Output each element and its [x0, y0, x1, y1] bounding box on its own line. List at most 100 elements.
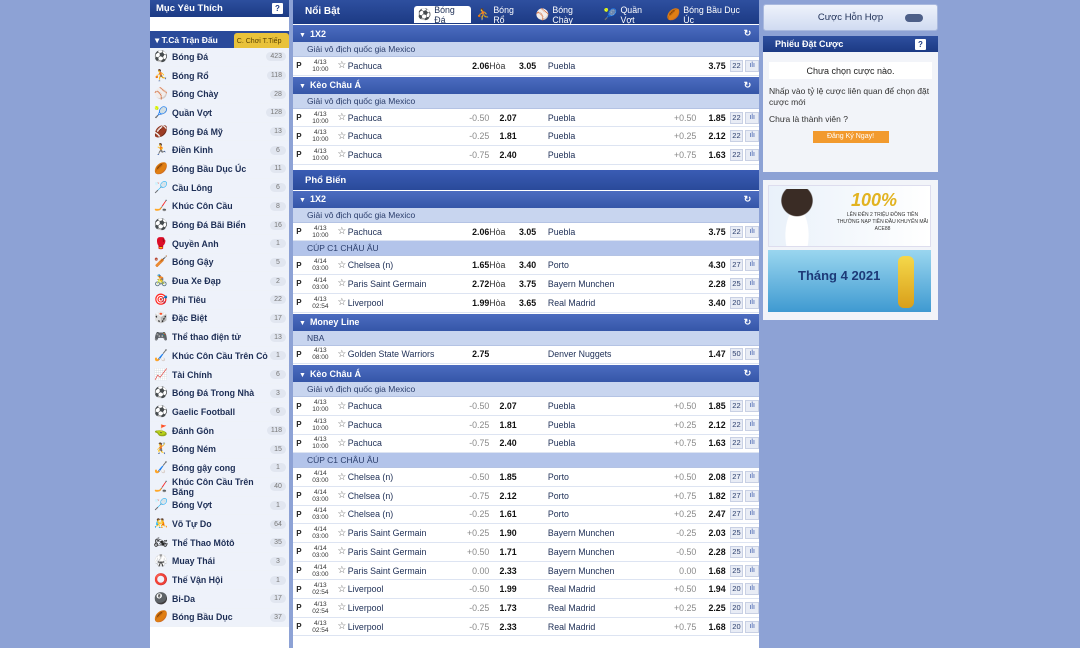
- sidebar-item-sport[interactable]: ⚽ Bóng Đá Trong Nhà 3: [150, 384, 289, 404]
- sidebar-item-sport[interactable]: 🎾 Quần Vợt 128: [150, 104, 289, 123]
- more-bets-count[interactable]: 20: [729, 620, 744, 633]
- home-odds[interactable]: 2.06: [452, 61, 489, 71]
- stats-icon[interactable]: ılı: [745, 59, 759, 72]
- stats-icon[interactable]: ılı: [745, 296, 759, 309]
- away-odds[interactable]: 1.85: [696, 401, 725, 411]
- sidebar-item-sport[interactable]: 🏒 Khúc Côn Cầu 8: [150, 197, 289, 217]
- sidebar-item-sport[interactable]: 🏑 Khúc Côn Cầu Trên Cỏ 1: [150, 347, 289, 366]
- more-bets-count[interactable]: 25: [729, 277, 744, 290]
- sidebar-item-sport[interactable]: 🎱 Bi-Da 17: [150, 589, 289, 609]
- refresh-icon[interactable]: ↻: [742, 317, 753, 328]
- favorite-star-icon[interactable]: ☆: [336, 226, 348, 237]
- favorite-star-icon[interactable]: ☆: [336, 584, 348, 595]
- sidebar-item-sport[interactable]: 🏸 Bóng Vợt 1: [150, 496, 289, 516]
- favorite-star-icon[interactable]: ☆: [336, 602, 348, 613]
- collapse-icon[interactable]: ▼: [299, 83, 306, 90]
- more-bets-count[interactable]: 25: [729, 545, 744, 558]
- draw-odds[interactable]: 3.65: [517, 298, 536, 308]
- home-odds[interactable]: 2.06: [452, 227, 489, 237]
- favorite-star-icon[interactable]: ☆: [336, 149, 348, 160]
- refresh-icon[interactable]: ↻: [742, 194, 753, 205]
- favorite-star-icon[interactable]: ☆: [336, 419, 348, 430]
- more-bets-count[interactable]: 22: [729, 111, 744, 124]
- away-odds[interactable]: 2.47: [696, 509, 725, 519]
- home-odds[interactable]: 2.40: [489, 438, 517, 448]
- stats-icon[interactable]: ılı: [745, 225, 759, 238]
- home-odds[interactable]: 2.40: [489, 150, 517, 160]
- market-section-header[interactable]: ▼ Kèo Châu Á ↻: [293, 365, 759, 383]
- home-odds[interactable]: 2.75: [452, 349, 489, 359]
- sidebar-item-sport[interactable]: ⚾ Bóng Chày 28: [150, 85, 289, 105]
- promo-banner-april[interactable]: Tháng 4 2021: [768, 250, 931, 312]
- help-icon[interactable]: ?: [272, 3, 283, 14]
- sidebar-item-sport[interactable]: ⚽ Gaelic Football 6: [150, 403, 289, 422]
- market-section-header[interactable]: ▼ 1X2 ↻: [293, 25, 759, 42]
- favorite-star-icon[interactable]: ☆: [336, 278, 348, 289]
- draw-odds[interactable]: 3.05: [517, 61, 536, 71]
- refresh-icon[interactable]: ↻: [742, 28, 753, 39]
- more-bets-count[interactable]: 20: [729, 601, 744, 614]
- stats-icon[interactable]: ılı: [745, 437, 759, 450]
- stats-icon[interactable]: ılı: [745, 348, 759, 361]
- away-odds[interactable]: 2.28: [696, 547, 725, 557]
- more-bets-count[interactable]: 27: [729, 508, 744, 521]
- tab-all-matches[interactable]: ▾ T.Cả Trận Đấu: [150, 31, 234, 48]
- refresh-icon[interactable]: ↻: [742, 80, 753, 91]
- home-odds[interactable]: 1.85: [489, 472, 517, 482]
- favorites-header[interactable]: Mục Yêu Thích ?: [150, 0, 289, 17]
- more-bets-count[interactable]: 22: [729, 130, 744, 143]
- help-icon[interactable]: ?: [915, 38, 926, 50]
- home-odds[interactable]: 2.07: [489, 113, 517, 123]
- home-odds[interactable]: 1.65: [452, 260, 489, 270]
- home-odds[interactable]: 1.99: [489, 584, 517, 594]
- stats-icon[interactable]: ılı: [745, 111, 759, 124]
- favorite-star-icon[interactable]: ☆: [336, 112, 348, 123]
- favorite-star-icon[interactable]: ☆: [336, 546, 348, 557]
- sidebar-item-sport[interactable]: 🎯 Phi Tiêu 22: [150, 290, 289, 310]
- away-odds[interactable]: 1.47: [696, 349, 725, 359]
- favorite-star-icon[interactable]: ☆: [336, 297, 348, 308]
- favorite-star-icon[interactable]: ☆: [336, 509, 348, 520]
- away-odds[interactable]: 3.40: [696, 298, 725, 308]
- sidebar-item-sport[interactable]: ⭕ Thế Vận Hội 1: [150, 571, 289, 590]
- home-odds[interactable]: 2.07: [489, 401, 517, 411]
- sidebar-item-sport[interactable]: ⛹ Bóng Rổ 118: [150, 66, 289, 86]
- favorite-star-icon[interactable]: ☆: [336, 60, 348, 71]
- sidebar-item-sport[interactable]: 🥊 Quyền Anh 1: [150, 234, 289, 254]
- away-odds[interactable]: 1.82: [696, 491, 725, 501]
- sidebar-item-sport[interactable]: ⚽ Bóng Đá Bãi Biển 16: [150, 216, 289, 235]
- sidebar-item-sport[interactable]: 🏑 Bóng gậy cong 1: [150, 459, 289, 478]
- home-odds[interactable]: 1.99: [452, 298, 489, 308]
- stats-icon[interactable]: ılı: [745, 564, 759, 577]
- favorite-star-icon[interactable]: ☆: [336, 621, 348, 632]
- home-odds[interactable]: 1.90: [489, 528, 517, 538]
- tab-sport[interactable]: ⚽ Bóng Đá: [413, 5, 471, 25]
- stats-icon[interactable]: ılı: [745, 277, 759, 290]
- sidebar-item-sport[interactable]: 🏸 Cầu Lông 6: [150, 178, 289, 198]
- home-odds[interactable]: 2.33: [489, 566, 517, 576]
- favorite-star-icon[interactable]: ☆: [336, 528, 348, 539]
- away-odds[interactable]: 1.63: [696, 438, 725, 448]
- home-odds[interactable]: 1.71: [489, 547, 517, 557]
- stats-icon[interactable]: ılı: [745, 583, 759, 596]
- draw-odds[interactable]: 3.40: [517, 260, 536, 270]
- sidebar-item-sport[interactable]: 🏉 Bóng Bầu Dục Úc 11: [150, 160, 289, 179]
- away-odds[interactable]: 1.68: [696, 622, 725, 632]
- sidebar-item-sport[interactable]: 🥋 Muay Thái 3: [150, 552, 289, 572]
- away-odds[interactable]: 2.08: [696, 472, 725, 482]
- more-bets-count[interactable]: 27: [729, 489, 744, 502]
- home-odds[interactable]: 1.61: [489, 509, 517, 519]
- sidebar-item-sport[interactable]: 🏒 Khúc Côn Cầu Trên Băng 40: [150, 477, 289, 497]
- more-bets-count[interactable]: 22: [729, 148, 744, 161]
- stats-icon[interactable]: ılı: [745, 508, 759, 521]
- more-bets-count[interactable]: 22: [729, 400, 744, 413]
- sidebar-item-sport[interactable]: 🏏 Bóng Gậy 5: [150, 253, 289, 273]
- market-section-header[interactable]: ▼ 1X2 ↻: [293, 190, 759, 208]
- sidebar-item-sport[interactable]: ⚽ Bóng Đá 423: [150, 48, 289, 67]
- stats-icon[interactable]: ılı: [745, 620, 759, 633]
- favorite-star-icon[interactable]: ☆: [336, 349, 348, 360]
- more-bets-count[interactable]: 25: [729, 527, 744, 540]
- draw-odds[interactable]: 3.05: [517, 227, 536, 237]
- sidebar-item-sport[interactable]: 🏍 Thể Thao Môtô 35: [150, 533, 289, 553]
- collapse-icon[interactable]: ▼: [299, 372, 306, 379]
